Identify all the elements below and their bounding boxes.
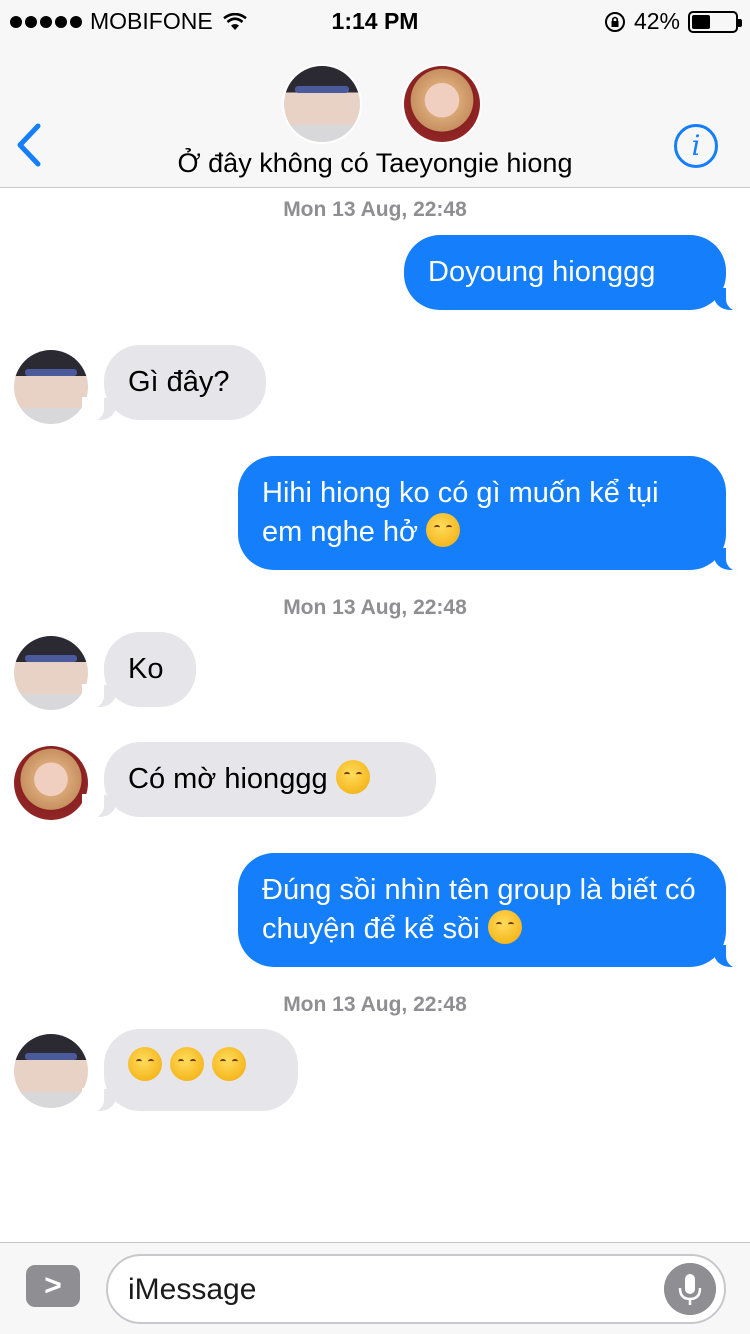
compose-bar: > <box>0 1242 750 1334</box>
microphone-icon[interactable] <box>664 1263 716 1315</box>
outgoing-message[interactable]: Hihi hiong ko có gì muốn kể tụi em nghe … <box>238 456 748 571</box>
message-field[interactable] <box>106 1254 726 1324</box>
outgoing-message[interactable]: Đúng sồi nhìn tên group là biết có chuyệ… <box>238 853 748 968</box>
messages-screen: MOBIFONE 1:14 PM 42% Ở đây không có Taey… <box>0 0 750 1334</box>
timestamp: Mon 13 Aug, 22:48 <box>283 993 467 1016</box>
timestamp: Mon 13 Aug, 22:48 <box>283 596 467 619</box>
kissing-closed-eyes-emoji-icon <box>487 910 522 944</box>
rotation-lock-icon <box>604 11 625 32</box>
unamused-emoji-icon <box>212 1047 247 1081</box>
incoming-message[interactable]: Gì đây? <box>82 345 266 421</box>
status-bar: MOBIFONE 1:14 PM 42% <box>0 0 750 40</box>
battery-percent: 42% <box>633 8 680 34</box>
avatar[interactable] <box>402 64 482 144</box>
avatar[interactable] <box>14 350 88 424</box>
info-icon[interactable]: i <box>674 124 718 168</box>
avatar[interactable] <box>14 636 88 710</box>
group-title[interactable]: Ở đây không có Taeyongie hiong <box>0 148 750 179</box>
battery-fill <box>692 14 710 29</box>
message-text: Hihi hiong ko có gì muốn kể tụi em nghe … <box>262 477 659 548</box>
kissing-closed-eyes-emoji-icon <box>335 760 370 794</box>
timestamp: Mon 13 Aug, 22:48 <box>283 198 467 221</box>
status-right-group: 42% <box>604 8 742 35</box>
message-text: Gì đây? <box>128 366 230 398</box>
conversation-header: Ở đây không có Taeyongie hiong i <box>0 40 750 188</box>
message-text: Ko <box>128 653 164 685</box>
avatar[interactable] <box>282 64 362 144</box>
message-text: Doyoung hionggg <box>428 256 656 288</box>
kissing-emoji-icon <box>426 513 461 547</box>
unamused-emoji-icon <box>128 1047 162 1081</box>
incoming-message[interactable]: Có mờ hionggg <box>82 742 436 818</box>
message-text: Có mờ hionggg <box>128 763 328 795</box>
incoming-message[interactable] <box>82 1029 298 1112</box>
message-text: Đúng sồi nhìn tên group là biết có chuyệ… <box>262 874 696 945</box>
apps-button[interactable]: > <box>26 1265 80 1307</box>
unamused-emoji-icon <box>170 1047 205 1081</box>
avatar[interactable] <box>14 746 88 820</box>
battery-icon <box>688 10 742 33</box>
incoming-message[interactable]: Ko <box>82 632 196 708</box>
avatar[interactable] <box>14 1034 88 1108</box>
message-input[interactable] <box>128 1272 648 1308</box>
outgoing-message[interactable]: Doyoung hionggg <box>404 235 748 311</box>
